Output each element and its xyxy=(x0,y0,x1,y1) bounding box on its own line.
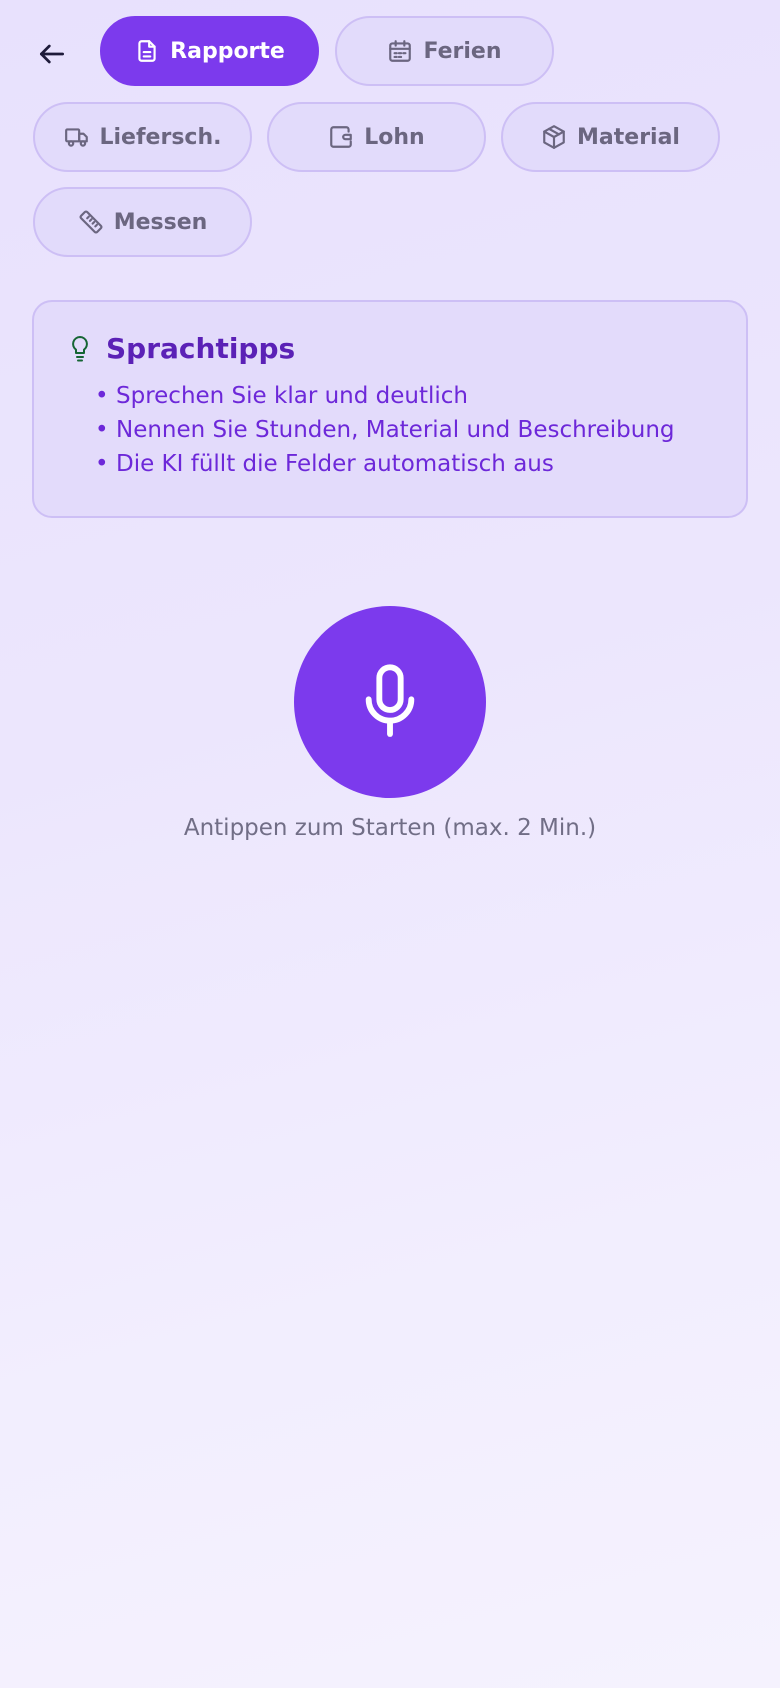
calendar-icon xyxy=(387,38,413,64)
tips-list: Sprechen Sie klar und deutlich Nennen Si… xyxy=(68,379,712,481)
tab-label: Ferien xyxy=(423,38,502,64)
tips-card: Sprachtipps Sprechen Sie klar und deutli… xyxy=(32,300,748,518)
tips-header: Sprachtipps xyxy=(68,332,712,365)
truck-icon xyxy=(64,124,90,150)
lightbulb-icon xyxy=(68,334,92,364)
microphone-icon xyxy=(365,664,415,737)
tip-item: Sprechen Sie klar und deutlich xyxy=(95,379,712,413)
record-hint: Antippen zum Starten (max. 2 Min.) xyxy=(183,815,597,841)
tab-lieferscheine[interactable]: Liefersch. xyxy=(33,102,252,172)
back-button[interactable] xyxy=(30,32,74,76)
tip-item: Nennen Sie Stunden, Material und Beschre… xyxy=(95,413,712,447)
tab-label: Lohn xyxy=(364,124,425,150)
tab-label: Messen xyxy=(113,209,208,235)
record-button[interactable] xyxy=(294,606,486,798)
arrow-left-icon xyxy=(40,44,64,64)
document-icon xyxy=(134,38,160,64)
tab-lohn[interactable]: Lohn xyxy=(267,102,486,172)
tab-label: Rapporte xyxy=(170,38,285,64)
tab-material[interactable]: Material xyxy=(501,102,720,172)
ruler-icon xyxy=(78,209,104,235)
tab-ferien[interactable]: Ferien xyxy=(335,16,554,86)
tab-messen[interactable]: Messen xyxy=(33,187,252,257)
tip-item: Die KI füllt die Felder automatisch aus xyxy=(95,447,712,481)
tips-title: Sprachtipps xyxy=(106,332,296,365)
tab-rapporte[interactable]: Rapporte xyxy=(100,16,319,86)
box-icon xyxy=(541,124,567,150)
wallet-icon xyxy=(328,124,354,150)
tab-label: Material xyxy=(577,124,680,150)
tab-label: Liefersch. xyxy=(99,124,222,150)
